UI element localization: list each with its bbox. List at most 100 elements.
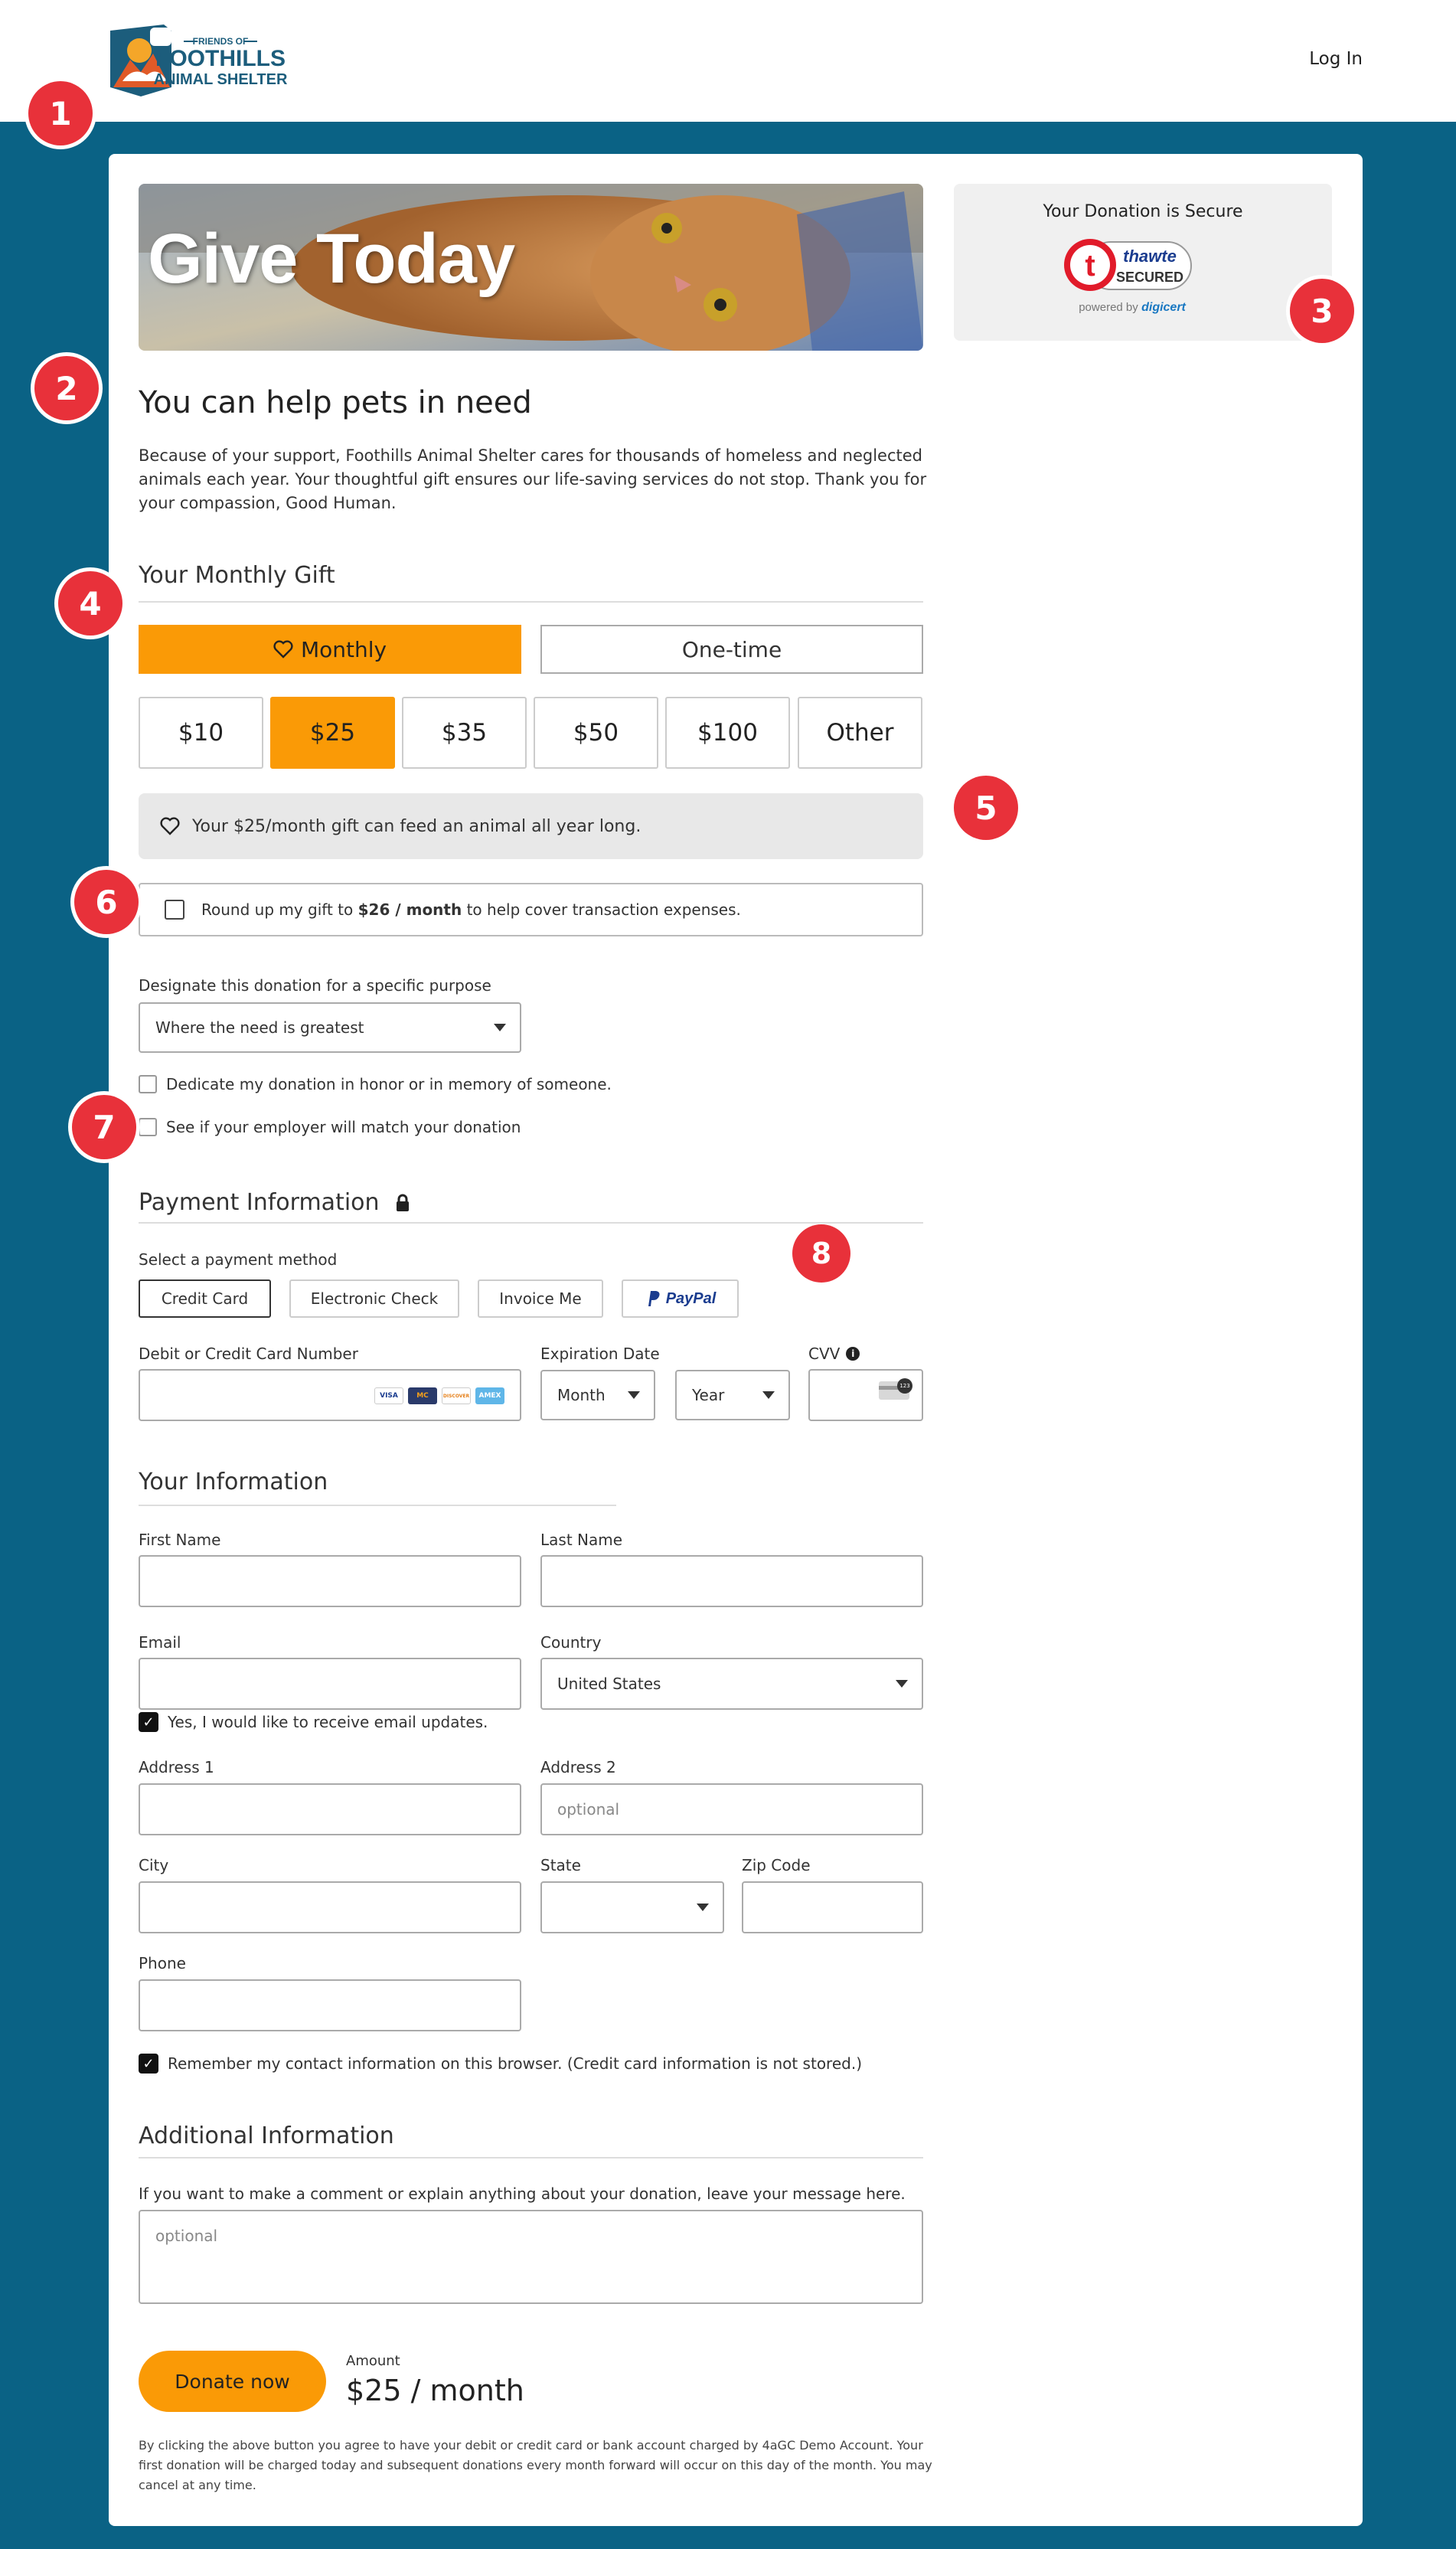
- additional-divider: [139, 2157, 923, 2158]
- designate-select[interactable]: Where the need is greatest: [139, 1002, 521, 1053]
- last-name-input[interactable]: [540, 1555, 923, 1607]
- seal-brand: thawte: [1123, 247, 1177, 266]
- info-heading: Your Information: [139, 1469, 328, 1495]
- chevron-down-icon: [628, 1391, 640, 1399]
- shelter-logo[interactable]: FRIENDS OF FOOTHILLS ANIMAL SHELTER: [107, 20, 329, 100]
- amount-100-button[interactable]: $100: [665, 697, 790, 769]
- invoice-method-button[interactable]: Invoice Me: [478, 1279, 603, 1318]
- paypal-method-button[interactable]: PayPal: [622, 1279, 739, 1318]
- chevron-down-icon: [896, 1680, 908, 1688]
- country-select[interactable]: United States: [540, 1658, 923, 1710]
- dedicate-checkbox[interactable]: [139, 1075, 157, 1093]
- marker-2: 2: [34, 356, 99, 420]
- roundup-checkbox[interactable]: [165, 900, 184, 920]
- dedicate-label: Dedicate my donation in honor or in memo…: [166, 1075, 612, 1093]
- remember-label: Remember my contact information on this …: [168, 2054, 862, 2073]
- roundup-text-post: to help cover transaction expenses.: [462, 900, 741, 919]
- zip-label: Zip Code: [742, 1856, 811, 1874]
- mastercard-icon: MC: [408, 1387, 437, 1404]
- onetime-button[interactable]: One-time: [540, 625, 923, 674]
- amount-10-button[interactable]: $10: [139, 697, 263, 769]
- payment-divider: [139, 1222, 923, 1224]
- expiration-label: Expiration Date: [540, 1345, 660, 1363]
- employer-match-option[interactable]: See if your employer will match your don…: [139, 1118, 521, 1136]
- login-link[interactable]: Log In: [1309, 49, 1363, 69]
- email-updates-checkbox[interactable]: ✓: [139, 1712, 158, 1732]
- page-heading: You can help pets in need: [139, 385, 532, 420]
- cvv-card-icon: 123: [879, 1378, 912, 1400]
- year-value: Year: [692, 1386, 725, 1404]
- chevron-down-icon: [697, 1904, 709, 1911]
- zip-input[interactable]: [742, 1881, 923, 1933]
- amount-label: Amount: [346, 2353, 400, 2369]
- city-label: City: [139, 1856, 169, 1874]
- expiration-month-select[interactable]: Month: [540, 1370, 655, 1420]
- gift-impact-message: Your $25/month gift can feed an animal a…: [139, 793, 923, 859]
- secure-title: Your Donation is Secure: [1043, 202, 1243, 221]
- marker-1: 1: [28, 81, 93, 145]
- info-divider: [139, 1505, 616, 1506]
- heart-outline-icon: [160, 817, 180, 835]
- seal-graphic: t thawte SECURED powered by digicert: [1064, 239, 1192, 314]
- cvv-label-row: CVV i: [808, 1345, 860, 1363]
- marker-5: 5: [954, 776, 1018, 840]
- remember-option[interactable]: ✓ Remember my contact information on thi…: [139, 2054, 862, 2074]
- marker-3: 3: [1290, 279, 1354, 343]
- marker-7: 7: [72, 1095, 136, 1159]
- seal-status: SECURED: [1116, 270, 1183, 285]
- address1-input[interactable]: [139, 1783, 521, 1835]
- address2-label: Address 2: [540, 1758, 616, 1776]
- lock-icon: [396, 1194, 409, 1211]
- logo-line2: ANIMAL SHELTER: [154, 71, 288, 88]
- card-number-label: Debit or Credit Card Number: [139, 1345, 358, 1363]
- hero-title: Give Today: [148, 220, 515, 298]
- thawte-seal[interactable]: t thawte SECURED powered by digicert: [1061, 234, 1214, 319]
- amount-50-button[interactable]: $50: [534, 697, 658, 769]
- roundup-option[interactable]: Round up my gift to $26 / month to help …: [139, 883, 923, 936]
- employer-match-label: See if your employer will match your don…: [166, 1118, 521, 1136]
- state-select[interactable]: [540, 1881, 724, 1933]
- cvv-badge: 123: [897, 1378, 912, 1394]
- info-icon[interactable]: i: [846, 1347, 860, 1361]
- amount-25-button[interactable]: $25: [270, 697, 395, 769]
- phone-label: Phone: [139, 1954, 186, 1972]
- svg-text:t: t: [1085, 249, 1095, 283]
- cvv-input[interactable]: 123: [808, 1369, 923, 1421]
- amount-value: $25 / month: [346, 2374, 524, 2407]
- amount-35-button[interactable]: $35: [402, 697, 527, 769]
- last-name-label: Last Name: [540, 1531, 623, 1549]
- monthly-button[interactable]: Monthly: [139, 625, 521, 674]
- seal-powered: powered by: [1079, 301, 1138, 314]
- address2-input[interactable]: optional: [540, 1783, 923, 1835]
- monthly-label: Monthly: [300, 636, 387, 662]
- donate-now-button[interactable]: Donate now: [139, 2351, 326, 2412]
- month-value: Month: [557, 1386, 606, 1404]
- email-input[interactable]: [139, 1658, 521, 1710]
- phone-input[interactable]: [139, 1979, 521, 2031]
- roundup-text: Round up my gift to $26 / month to help …: [201, 900, 741, 919]
- country-value: United States: [557, 1675, 661, 1693]
- dedicate-option[interactable]: Dedicate my donation in honor or in memo…: [139, 1075, 612, 1093]
- first-name-input[interactable]: [139, 1555, 521, 1607]
- comment-textarea[interactable]: optional: [139, 2210, 923, 2304]
- email-updates-option[interactable]: ✓ Yes, I would like to receive email upd…: [139, 1712, 488, 1732]
- employer-match-checkbox[interactable]: [139, 1118, 157, 1136]
- credit-card-method-button[interactable]: Credit Card: [139, 1279, 271, 1318]
- discover-icon: DISCOVER: [442, 1387, 471, 1404]
- address1-label: Address 1: [139, 1758, 214, 1776]
- roundup-amount: $26 / month: [357, 900, 462, 919]
- amount-other-button[interactable]: Other: [798, 697, 922, 769]
- gift-heading: Your Monthly Gift: [139, 562, 335, 589]
- chevron-down-icon: [494, 1024, 506, 1031]
- remember-checkbox[interactable]: ✓: [139, 2054, 158, 2074]
- address2-placeholder: optional: [557, 1800, 620, 1819]
- logo-graphic: FRIENDS OF FOOTHILLS ANIMAL SHELTER: [110, 25, 288, 96]
- country-label: Country: [540, 1633, 602, 1652]
- heart-icon: [273, 640, 293, 658]
- card-brands: VISA MC DISCOVER AMEX: [374, 1387, 504, 1404]
- echeck-method-button[interactable]: Electronic Check: [289, 1279, 459, 1318]
- visa-icon: VISA: [374, 1387, 403, 1404]
- city-input[interactable]: [139, 1881, 521, 1933]
- card-number-input[interactable]: VISA MC DISCOVER AMEX: [139, 1369, 521, 1421]
- expiration-year-select[interactable]: Year: [675, 1370, 790, 1420]
